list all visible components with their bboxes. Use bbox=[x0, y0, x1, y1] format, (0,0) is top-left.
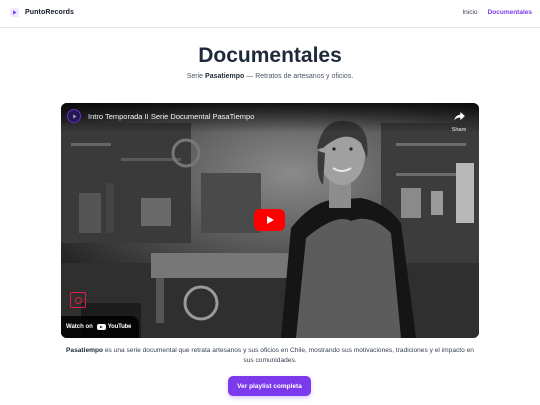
youtube-icon bbox=[96, 324, 106, 330]
watch-on-youtube-button[interactable]: Watch on YouTube bbox=[61, 316, 140, 338]
watch-on-label: Watch on bbox=[66, 324, 93, 330]
description-series-name: Pasatiempo bbox=[66, 347, 104, 354]
recording-logo-icon bbox=[70, 292, 86, 308]
play-button[interactable] bbox=[254, 209, 285, 231]
video-title[interactable]: Intro Temporada II Serie Documental Pasa… bbox=[88, 112, 254, 121]
subtitle-rest: — Retratos de artesanos y oficios. bbox=[244, 73, 354, 80]
share-label: Share bbox=[451, 127, 467, 133]
series-description: Pasatiempo es una serie documental que r… bbox=[62, 346, 478, 366]
brand[interactable]: PuntoRecords bbox=[10, 8, 74, 17]
share-button[interactable]: Share bbox=[451, 108, 467, 133]
share-icon bbox=[453, 112, 465, 121]
brand-name: PuntoRecords bbox=[25, 9, 75, 16]
video-title-bar: Intro Temporada II Serie Documental Pasa… bbox=[61, 103, 479, 133]
top-navbar: PuntoRecords Inicio Documentales bbox=[0, 0, 540, 28]
nav-link-documentales[interactable]: Documentales bbox=[488, 9, 532, 16]
nav-link-inicio[interactable]: Inicio bbox=[462, 9, 477, 16]
video-player[interactable]: Intro Temporada II Serie Documental Pasa… bbox=[61, 103, 479, 338]
description-text: es una serie documental que retrata arte… bbox=[103, 347, 474, 364]
channel-avatar-icon[interactable] bbox=[67, 109, 81, 123]
page-subtitle: Serie Pasatiempo — Retratos de artesanos… bbox=[0, 73, 540, 80]
youtube-wordmark: YouTube bbox=[107, 324, 132, 330]
brand-logo-icon bbox=[10, 8, 19, 17]
play-icon bbox=[266, 216, 274, 224]
view-playlist-button[interactable]: Ver playlist completa bbox=[228, 376, 311, 396]
subtitle-prefix: Serie bbox=[186, 73, 206, 80]
page-title: Documentales bbox=[198, 44, 342, 67]
youtube-logo: YouTube bbox=[96, 324, 132, 330]
subtitle-series-name: Pasatiempo bbox=[205, 73, 245, 80]
main-nav: Inicio Documentales bbox=[462, 9, 532, 16]
